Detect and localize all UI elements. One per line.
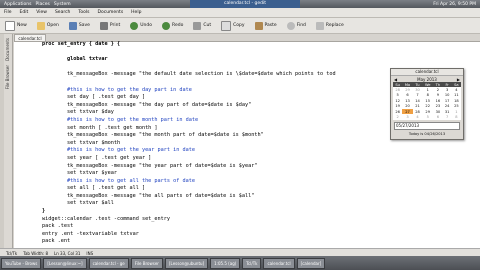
replace-button[interactable]: Replace — [314, 20, 346, 31]
menu-tools[interactable]: Tools — [78, 10, 89, 15]
replace-icon — [315, 21, 324, 30]
calendar-day[interactable]: 4 — [413, 114, 422, 119]
task-button[interactable]: File Browser — [130, 257, 163, 269]
side-tab-documents[interactable]: Documents — [5, 38, 10, 61]
task-button[interactable]: [calendar] — [296, 257, 326, 269]
print-icon — [99, 21, 108, 30]
code-line[interactable] — [42, 64, 336, 72]
calendar-day[interactable]: 8 — [452, 114, 461, 119]
menu-view[interactable]: View — [36, 10, 47, 15]
code-line[interactable]: global txtvar — [42, 56, 336, 64]
next-month-button[interactable]: ▶ — [457, 77, 460, 82]
code-line[interactable]: tk_messageBox -message "the month part o… — [42, 132, 336, 140]
undo-icon — [130, 21, 139, 30]
menu-search[interactable]: Search — [55, 10, 70, 15]
menubar: File Edit View Search Tools Documents He… — [0, 8, 480, 18]
code-line[interactable]: tk_messageBox -message "the year part of… — [42, 163, 336, 171]
panel-menu-system[interactable]: System — [54, 2, 71, 7]
print-button[interactable]: Print — [98, 20, 122, 31]
redo-button[interactable]: Redo — [160, 20, 185, 31]
save-icon — [68, 21, 77, 30]
panel-clock[interactable]: Fri Apr 26, 9:50 PM — [433, 2, 476, 7]
panel-menu-places[interactable]: Places — [36, 2, 50, 7]
code-line[interactable] — [42, 79, 336, 87]
tab-width-indicator[interactable]: Tab Width: 8 — [23, 251, 48, 256]
task-button[interactable]: [Lesson@linux:~] — [43, 257, 87, 269]
menu-documents[interactable]: Documents — [98, 10, 124, 15]
code-line[interactable]: widget::calendar .test -command set_entr… — [42, 216, 336, 224]
code-line[interactable]: set txtvar $year — [42, 170, 336, 178]
code-line[interactable]: set all [ .test get all ] — [42, 185, 336, 193]
code-line[interactable]: #this is how to get the day part in date — [42, 87, 336, 95]
code-line[interactable]: tk_messageBox -message "the default date… — [42, 71, 336, 79]
scissors-icon — [193, 21, 202, 30]
insert-mode: INS — [86, 250, 94, 256]
copy-icon — [221, 20, 232, 31]
calendar-day[interactable]: 3 — [402, 114, 413, 119]
code-line[interactable]: set day [ .test get day ] — [42, 94, 336, 102]
side-panel: Documents File Browser — [4, 34, 13, 248]
new-button[interactable]: New — [3, 20, 29, 31]
find-button[interactable]: Find — [285, 20, 308, 31]
code-line[interactable]: tk_messageBox -message "the day part of … — [42, 102, 336, 110]
calendar-day[interactable]: 5 — [422, 114, 433, 119]
new-document-icon — [5, 20, 15, 31]
code-line[interactable]: #this is how to get the month part in da… — [42, 117, 336, 125]
code-line[interactable]: entry .ent -textvariable txtvar — [42, 231, 336, 239]
calendar-window[interactable]: calendar.tcl ◀ May 2013 ▶ Su Mo Tu We Th Fr Sa… — [390, 68, 464, 140]
cursor-position: Ln 33, Col 31 — [54, 250, 81, 256]
code-line[interactable]: set txtvar $day — [42, 109, 336, 117]
calendar-month: May 2013 — [417, 76, 437, 82]
code-line[interactable]: proc set_entry { date } { — [42, 41, 336, 49]
panel-menu-applications[interactable]: Applications — [4, 2, 32, 7]
task-button[interactable]: calendar.tcl - ge — [88, 257, 129, 269]
code-line[interactable]: } — [42, 208, 336, 216]
search-icon — [286, 21, 295, 30]
calendar-grid: Su Mo Tu We Th Fr Sa 28 29 30 1 2 3 4 5 6 7 8 9 10 11 12 13 14 1… — [393, 82, 461, 120]
undo-button[interactable]: Undo — [128, 20, 154, 31]
date-entry[interactable]: 05/27/2013 — [394, 121, 460, 130]
code-line[interactable]: tk_messageBox -message "the all parts of… — [42, 193, 336, 201]
code-line[interactable]: set month [ .test get month ] — [42, 125, 336, 133]
redo-icon — [162, 21, 171, 30]
menu-help[interactable]: Help — [131, 10, 141, 15]
save-button[interactable]: Save — [67, 20, 92, 31]
task-button[interactable]: [Lesson@ubuntu] — [164, 257, 209, 269]
code-line[interactable]: #this is how to get the year part in dat… — [42, 147, 336, 155]
window-title: calendar.tcl - gedit — [190, 0, 300, 8]
calendar-title: calendar.tcl — [391, 69, 463, 76]
code-line[interactable]: #this is how to get all the parts of dat… — [42, 178, 336, 186]
task-button[interactable]: 1:05.5 (ag) — [210, 257, 241, 269]
open-button[interactable]: Open — [35, 20, 61, 31]
prev-month-button[interactable]: ◀ — [394, 77, 397, 82]
task-button[interactable]: YouTube - Brows — [1, 257, 42, 269]
paste-button[interactable]: Paste — [253, 20, 279, 31]
taskbar: YouTube - Brows [Lesson@linux:~] calenda… — [0, 256, 480, 270]
menu-edit[interactable]: Edit — [20, 10, 29, 15]
calendar-footer: Today is 04/26/2013 — [408, 131, 446, 136]
code-line[interactable]: set txtvar $all — [42, 200, 336, 208]
paste-icon — [254, 21, 263, 30]
code-line[interactable]: pack .ent — [42, 238, 336, 246]
copy-button[interactable]: Copy — [219, 20, 246, 31]
cut-button[interactable]: Cut — [191, 20, 213, 31]
calendar-day[interactable]: 7 — [443, 114, 452, 119]
code-line[interactable]: set txtvar $month — [42, 140, 336, 148]
menu-file[interactable]: File — [4, 10, 12, 15]
code-text[interactable]: proc set_entry { date } { global txtvar … — [42, 41, 336, 262]
calendar-day[interactable]: 6 — [433, 114, 442, 119]
side-tab-file-browser[interactable]: File Browser — [5, 65, 10, 89]
calendar-day[interactable]: 2 — [393, 114, 402, 119]
task-button[interactable]: calendar.tcl — [263, 257, 295, 269]
language-indicator[interactable]: Tcl/Tk — [6, 251, 17, 256]
toolbar: New Open Save Print Undo Redo Cut Copy P… — [0, 18, 480, 34]
code-line[interactable]: pack .test — [42, 223, 336, 231]
calendar-table: Su Mo Tu We Th Fr Sa 28 29 30 1 2 3 4 5 6 7 8 9 10 11 12 13 14 1… — [393, 82, 461, 120]
task-button[interactable]: Tcl/Tk — [242, 257, 262, 269]
code-line[interactable]: set year [ .test get year ] — [42, 155, 336, 163]
folder-icon — [36, 21, 45, 30]
code-line[interactable] — [42, 49, 336, 57]
